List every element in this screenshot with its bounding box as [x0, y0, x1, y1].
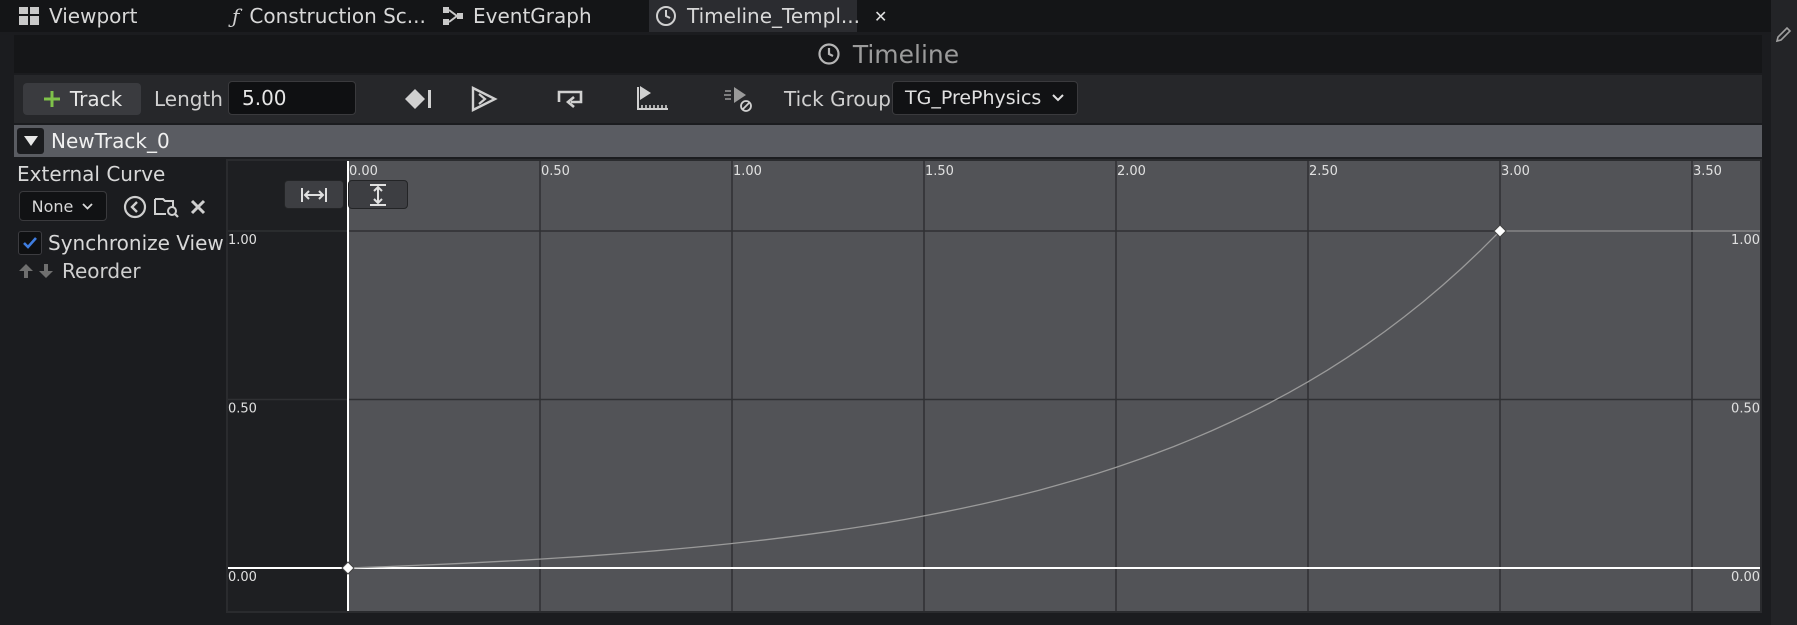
editor-tab-bar: Viewport ƒ Construction Sc... EventGraph…: [0, 0, 1797, 32]
external-curve-label: External Curve: [17, 162, 166, 186]
reorder-row: Reorder: [18, 259, 141, 283]
reorder-label: Reorder: [62, 259, 141, 283]
synchronize-view-label: Synchronize View: [48, 231, 224, 255]
tab-viewport[interactable]: Viewport: [19, 0, 137, 32]
loop-button[interactable]: [551, 83, 591, 115]
tab-construction-script[interactable]: ƒ Construction Sc...: [232, 0, 426, 32]
close-icon: [190, 199, 206, 215]
external-curve-value: None: [31, 196, 74, 216]
y-tick-label-left: 1.00: [228, 233, 257, 248]
edit-icon[interactable]: [1774, 24, 1794, 44]
synchronize-view-row: Synchronize View: [18, 231, 224, 255]
clock-icon: [818, 43, 840, 65]
loop-icon: [557, 90, 583, 108]
pre-start-region: [228, 161, 348, 611]
x-tick-label: 2.50: [1309, 164, 1338, 179]
x-tick-label: 1.50: [925, 164, 954, 179]
tab-label: Viewport: [49, 4, 138, 28]
zoom-to-fit-vertical-button[interactable]: [348, 180, 408, 209]
tick-group-value: TG_PrePhysics: [905, 87, 1042, 109]
timeline-toolbar: Track Length Tick: [14, 75, 1762, 123]
tick-group-label: Tick Group: [784, 87, 891, 111]
tick-group-dropdown[interactable]: TG_PrePhysics: [892, 81, 1078, 115]
y-tick-label-left: 0.00: [228, 570, 257, 585]
add-track-button[interactable]: Track: [23, 83, 141, 115]
tab-label: Timeline_Templ...: [687, 4, 860, 28]
curve-editor-graph[interactable]: 0.00 0.50 1.00 1.50 2.00 2.50 3.00 3.50 0.00 0.00…: [226, 159, 1762, 613]
viewport-icon: [19, 7, 39, 25]
x-tick-label: 0.50: [541, 164, 570, 179]
x-tick-label: 2.00: [1117, 164, 1146, 179]
plot-area: [228, 161, 1760, 611]
ignore-time-dilation-icon: [724, 87, 752, 112]
arrow-up-icon[interactable]: [18, 263, 34, 279]
x-tick-label: 3.00: [1501, 164, 1530, 179]
arrow-down-icon[interactable]: [38, 263, 54, 279]
right-edge-panel: [1771, 0, 1797, 625]
clock-icon: [656, 6, 676, 26]
panel-title: Timeline: [852, 39, 960, 69]
clear-asset-button[interactable]: [184, 193, 212, 221]
use-selected-asset-button[interactable]: [121, 193, 149, 221]
x-tick-label: 3.50: [1693, 164, 1722, 179]
chevron-down-icon: [82, 202, 94, 210]
x-tick-label: 1.00: [733, 164, 762, 179]
chevron-down-icon: [1052, 94, 1065, 102]
synchronize-view-checkbox[interactable]: [18, 231, 42, 255]
add-track-label: Track: [69, 87, 123, 111]
replicated-button[interactable]: [633, 83, 673, 115]
autoplay-icon: [471, 86, 498, 112]
function-icon: ƒ: [232, 4, 240, 28]
replicated-icon: [637, 86, 668, 110]
x-tick-label: 0.00: [349, 164, 378, 179]
ignore-time-dilation-button[interactable]: [718, 83, 758, 115]
y-tick-label-left: 0.50: [228, 402, 257, 417]
browse-asset-button[interactable]: [153, 193, 181, 221]
last-keyframe-icon: [405, 89, 431, 109]
close-icon[interactable]: ✕: [874, 7, 887, 26]
checkmark-icon: [23, 237, 37, 249]
length-input[interactable]: [228, 81, 356, 115]
event-graph-icon: [443, 7, 463, 25]
tab-label: EventGraph: [473, 4, 592, 28]
tab-label: Construction Sc...: [249, 4, 426, 28]
tab-event-graph[interactable]: EventGraph: [443, 0, 592, 32]
fit-vertical-icon: [370, 183, 386, 206]
length-label: Length: [154, 87, 223, 111]
zoom-to-fit-horizontal-button[interactable]: [284, 180, 344, 209]
track-header: NewTrack_0: [14, 125, 1762, 157]
external-curve-dropdown[interactable]: None: [19, 191, 107, 221]
y-tick-label-right: 0.00: [1731, 570, 1760, 585]
triangle-down-icon: [23, 136, 38, 146]
plus-icon: [43, 91, 60, 107]
curve-plot[interactable]: 0.00 0.50 1.00 1.50 2.00 2.50 3.00 3.50 0.00 0.00…: [226, 159, 1762, 613]
y-tick-label-right: 1.00: [1731, 233, 1760, 248]
track-properties-panel: External Curve None Synchronize View Reo…: [14, 159, 224, 613]
fit-horizontal-icon: [301, 187, 327, 202]
panel-title-bar: Timeline: [14, 35, 1762, 73]
use-last-keyframe-button[interactable]: [398, 83, 438, 115]
folder-search-icon: [154, 198, 179, 218]
track-expand-toggle[interactable]: [17, 128, 44, 154]
tab-timeline-template[interactable]: Timeline_Templ... ✕: [649, 0, 887, 32]
track-name[interactable]: NewTrack_0: [51, 125, 170, 157]
use-selected-icon: [123, 195, 147, 219]
autoplay-button[interactable]: [464, 83, 504, 115]
y-tick-label-right: 0.50: [1731, 402, 1760, 417]
